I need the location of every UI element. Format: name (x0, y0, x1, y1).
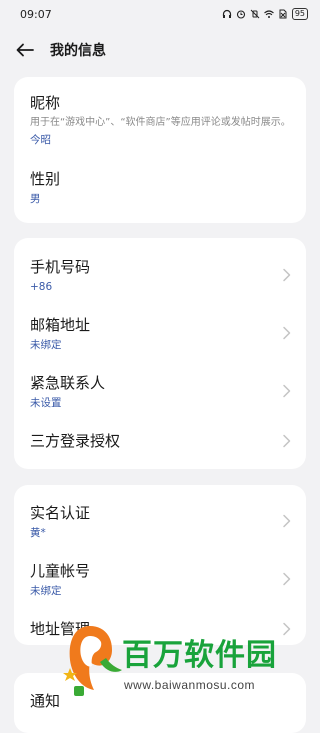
chevron-right-icon (283, 572, 291, 586)
chevron-right-icon (283, 326, 291, 340)
child-account-row[interactable]: 儿童帐号 未绑定 (30, 561, 292, 598)
email-value: 未绑定 (30, 339, 62, 351)
real-name-row[interactable]: 实名认证 黄* (30, 503, 292, 540)
third-party-login-row[interactable]: 三方登录授权 (30, 431, 292, 451)
phone-value: +86 (30, 281, 53, 293)
watermark: 百万软件园 www.baiwanmosu.com (60, 612, 320, 711)
watermark-url: www.baiwanmosu.com (124, 678, 256, 692)
top-nav: 我的信息 (0, 34, 320, 66)
alarm-icon (236, 10, 245, 19)
gender-label: 性别 (30, 170, 61, 188)
real-name-value: 黄* (30, 527, 46, 539)
status-bar: 09:07 95 (0, 0, 320, 28)
emergency-contact-row[interactable]: 紧急联系人 未设置 (30, 373, 292, 410)
nickname-label: 昵称 (30, 94, 61, 112)
profile-card: 昵称 用于在“游戏中心”、“软件商店”等应用评论或发帖时展示。 今昭 性别 男 (14, 77, 306, 223)
page-title: 我的信息 (50, 43, 106, 59)
email-label: 邮箱地址 (30, 316, 91, 334)
vibrate-off-icon (250, 9, 260, 19)
nickname-description: 用于在“游戏中心”、“软件商店”等应用评论或发帖时展示。 (30, 117, 291, 128)
status-icons: 95 (222, 8, 308, 20)
headphones-icon (222, 9, 231, 18)
contact-card: 手机号码 +86 邮箱地址 未绑定 紧急联系人 未设置 三方登录授权 (14, 238, 306, 469)
nickname-row[interactable]: 昵称 用于在“游戏中心”、“软件商店”等应用评论或发帖时展示。 今昭 (30, 93, 292, 147)
nickname-value: 今昭 (30, 134, 51, 146)
chevron-right-icon (283, 268, 291, 282)
child-account-value: 未绑定 (30, 585, 62, 597)
emergency-contact-value: 未设置 (30, 397, 62, 409)
phone-row[interactable]: 手机号码 +86 (30, 257, 292, 294)
chevron-right-icon (283, 514, 291, 528)
status-time: 09:07 (20, 7, 52, 21)
email-row[interactable]: 邮箱地址 未绑定 (30, 315, 292, 352)
child-account-label: 儿童帐号 (30, 562, 91, 580)
chevron-right-icon (283, 434, 291, 448)
back-button[interactable] (14, 39, 36, 61)
wifi-icon (263, 10, 274, 18)
gender-row[interactable]: 性别 男 (30, 169, 292, 206)
phone-label: 手机号码 (30, 258, 91, 276)
third-party-login-label: 三方登录授权 (30, 432, 121, 450)
gender-value: 男 (30, 193, 41, 205)
arrow-left-icon (16, 43, 34, 57)
watermark-logo (63, 626, 122, 696)
battery-icon: 95 (291, 8, 308, 20)
real-name-label: 实名认证 (30, 504, 91, 522)
no-sim-icon (279, 9, 287, 19)
watermark-brand: 百万软件园 (122, 638, 277, 673)
emergency-contact-label: 紧急联系人 (30, 374, 106, 392)
chevron-right-icon (283, 384, 291, 398)
